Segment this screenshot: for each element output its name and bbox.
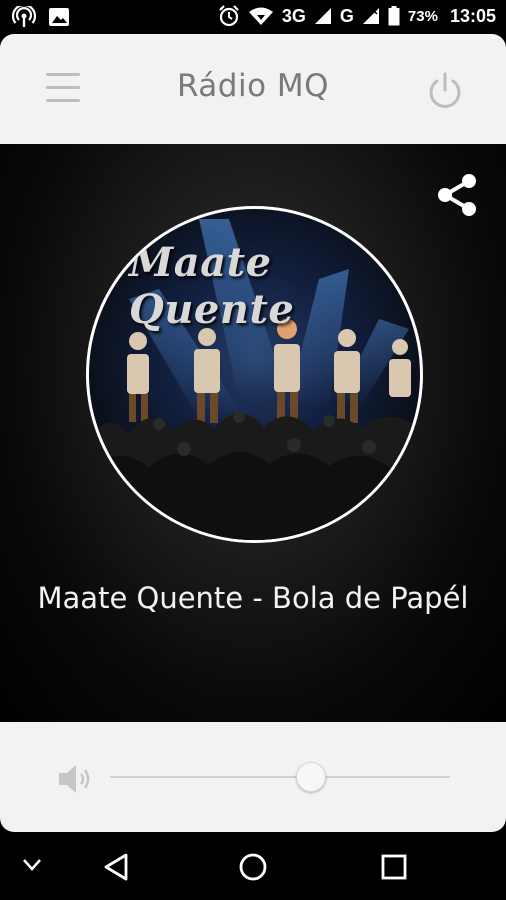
app-header: Rádio MQ [0,34,506,144]
volume-slider-thumb[interactable] [295,762,326,792]
image-icon [49,8,69,26]
share-icon [438,174,476,216]
back-icon[interactable] [102,852,130,882]
volume-icon[interactable] [56,760,94,798]
power-button[interactable] [426,71,464,111]
share-button[interactable] [433,171,481,219]
power-icon [429,72,461,108]
status-bar: 3G G 73% 13:05 [0,0,506,34]
signal-icon [362,8,379,24]
track-title: Maate Quente - Bola de Papél [37,581,469,615]
battery-icon [388,6,400,26]
recents-icon[interactable] [380,853,408,881]
wifi-icon [248,7,273,25]
battery-percent: 73% [407,7,438,25]
clock: 13:05 [449,5,496,26]
network-g-label: G [339,5,354,26]
hotspot-icon [12,6,36,27]
signal-icon [314,8,331,24]
navigation-bar [0,832,506,900]
alarm-icon [219,5,239,27]
album-cover: Maate Quente [86,206,423,543]
app-window: Rádio MQ Maate Quente Maate Quente - Bol… [0,34,506,832]
player-area: Maate Quente Maate Quente - Bola de Papé… [0,144,506,722]
cover-logo-text: Maate Quente [129,239,295,333]
volume-slider-track[interactable] [110,776,450,778]
home-icon[interactable] [238,852,268,882]
volume-panel [0,722,506,832]
chevron-down-icon[interactable] [22,858,42,872]
network-3g-label: 3G [281,5,306,26]
